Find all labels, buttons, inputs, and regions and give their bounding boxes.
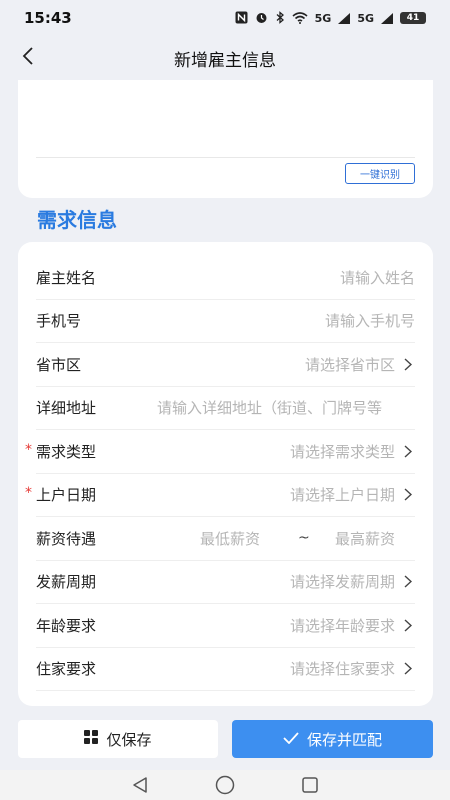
form-row-live-in[interactable]: 住家要求 请选择住家要求 [36,648,415,691]
form-row-demand-type[interactable]: * 需求类型 请选择需求类型 [25,430,415,474]
employer-name-input[interactable]: 请输入姓名 [340,267,415,288]
form-row-start-date[interactable]: * 上户日期 请选择上户日期 [25,474,415,517]
signal-bars-icon [381,9,393,28]
signal-5g-icon: 5G [357,11,374,25]
wifi-icon [292,9,308,28]
back-button[interactable] [14,44,42,72]
field-label: * 需求类型 [25,441,97,461]
live-in-select[interactable]: 请选择住家要求 [290,658,395,679]
status-time: 15:43 [24,9,72,27]
divider [36,157,415,158]
bluetooth-icon [275,9,285,28]
system-nav-bar [0,770,450,800]
chevron-right-icon [401,575,415,589]
page-title: 新增雇主信息 [174,50,276,71]
max-salary-input[interactable]: 最高薪资 [335,528,395,549]
required-mark: * [25,485,32,502]
nav-bar: 新增雇主信息 [0,36,450,80]
required-mark: * [25,441,32,458]
chevron-right-icon [401,357,415,371]
chevron-left-icon [21,47,35,69]
chevron-right-icon [401,662,415,676]
alarm-icon [255,9,268,28]
form-row-salary: 薪资待遇 最低薪资 ~ 最高薪资 [36,517,415,561]
address-input[interactable]: 请输入详细地址（街道、门牌号等 [157,397,415,418]
form-row-age[interactable]: 年龄要求 请选择年龄要求 [36,604,415,648]
form-row-phone[interactable]: 手机号 请输入手机号 [36,300,415,343]
phone-input[interactable]: 请输入手机号 [325,310,415,331]
save-only-button[interactable]: 仅保存 [18,720,218,758]
demand-type-select[interactable]: 请选择需求类型 [290,441,395,462]
form-row-employer-name[interactable]: 雇主姓名 请输入姓名 [36,256,415,300]
signal-5g-icon: 5G [314,11,332,25]
text-recognition-card: 一键识别 [18,80,433,198]
home-circle-icon[interactable] [215,775,235,795]
chevron-right-icon [401,488,415,502]
region-select[interactable]: 请选择省市区 [305,354,395,375]
recognize-button[interactable]: 一键识别 [345,163,415,184]
grid-icon [84,730,99,748]
field-label: 手机号 [36,312,82,331]
start-date-select[interactable]: 请选择上户日期 [290,484,395,505]
back-triangle-icon[interactable] [131,776,149,794]
age-select[interactable]: 请选择年龄要求 [290,615,395,636]
field-label: 住家要求 [36,660,97,679]
nfc-icon [235,9,248,28]
check-icon [283,730,299,748]
form-row-address[interactable]: 详细地址 请输入详细地址（街道、门牌号等 [36,387,415,430]
signal-bars-icon [338,9,351,28]
section-title: 需求信息 [37,208,117,232]
pay-cycle-select[interactable]: 请选择发薪周期 [290,571,395,592]
status-icons: 5G 5G 41 [235,9,426,28]
field-label: 省市区 [36,355,82,374]
salary-separator: ~ [298,530,310,547]
form-row-region[interactable]: 省市区 请选择省市区 [36,343,415,387]
save-and-match-button[interactable]: 保存并匹配 [232,720,433,758]
field-label: 详细地址 [36,399,97,418]
field-label: 薪资待遇 [36,529,97,548]
status-bar: 15:43 5G 5G 41 [0,0,450,36]
field-label: 发薪周期 [36,573,97,592]
chevron-right-icon [401,618,415,632]
save-only-label: 仅保存 [106,730,152,749]
min-salary-input[interactable]: 最低薪资 [200,528,260,549]
recents-square-icon[interactable] [301,776,319,794]
save-and-match-label: 保存并匹配 [306,730,382,749]
chevron-right-icon [401,444,415,458]
form-row-pay-cycle[interactable]: 发薪周期 请选择发薪周期 [36,561,415,604]
battery-icon: 41 [400,12,426,24]
field-label: 雇主姓名 [36,268,97,287]
field-label: 年龄要求 [36,616,97,635]
demand-form: 雇主姓名 请输入姓名 手机号 请输入手机号 省市区 请选择省市区 详细地址 请输… [18,242,433,706]
field-label: * 上户日期 [25,485,97,505]
